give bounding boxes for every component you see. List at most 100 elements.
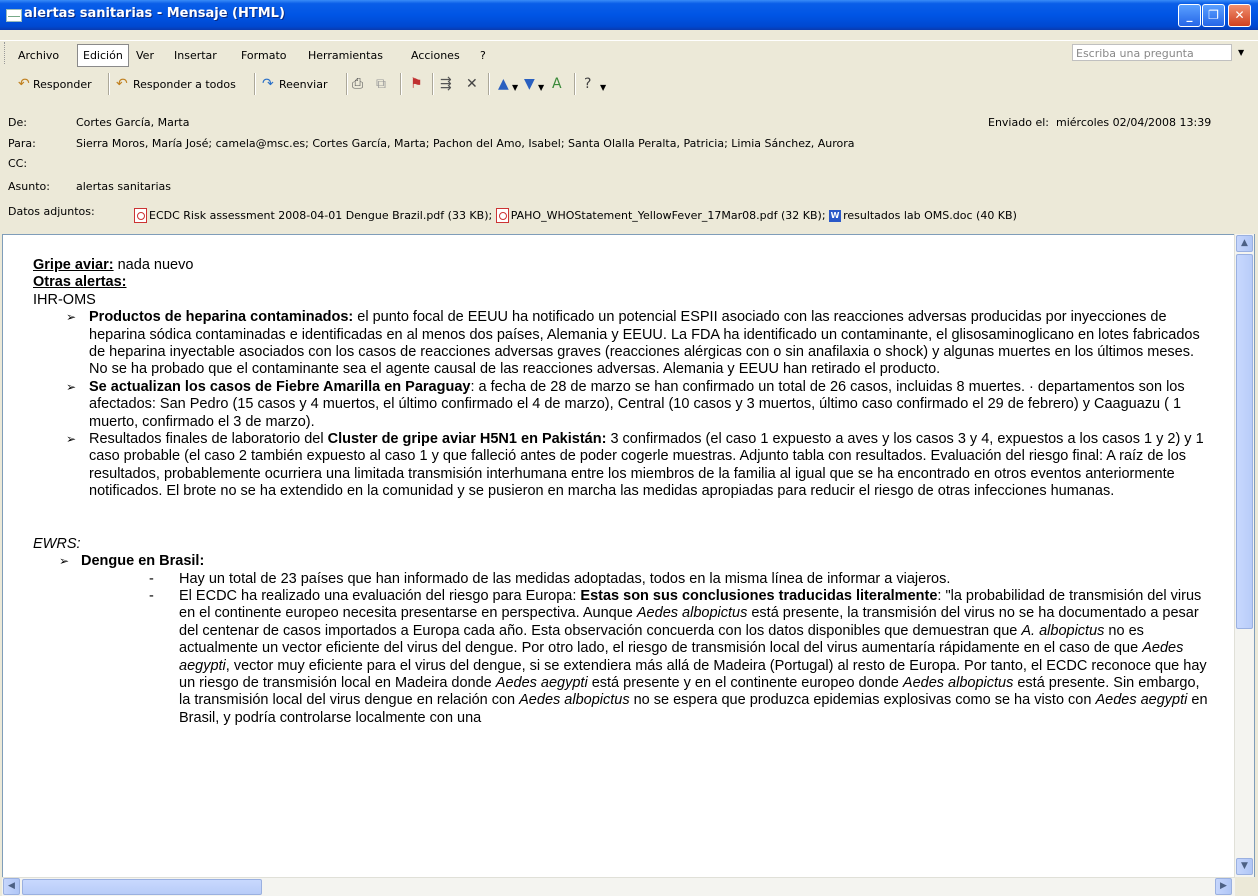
close-button[interactable]: ✕ (1228, 4, 1251, 27)
reply-icon: ↶ (18, 76, 30, 92)
gripe-line: Gripe aviar: nada nuevo (33, 257, 1213, 274)
attachment-name[interactable]: ECDC Risk assessment 2008-04-01 Dengue B… (149, 209, 492, 222)
from-value[interactable]: Cortes García, Marta (76, 116, 189, 129)
vertical-scroll-thumb[interactable] (1236, 254, 1253, 629)
toolbar-separator (400, 73, 402, 95)
copy-icon[interactable]: ⧉ (376, 77, 386, 91)
scroll-down-button[interactable]: ▼ (1236, 858, 1253, 875)
menu-ver[interactable]: Ver (136, 49, 154, 62)
bullet-title: Productos de heparina contaminados: (89, 309, 354, 326)
ask-dropdown-icon[interactable]: ▼ (1238, 48, 1244, 57)
dash-marker: - (149, 587, 154, 604)
menu-help[interactable]: ? (480, 49, 486, 62)
attachment-item[interactable]: ECDC Risk assessment 2008-04-01 Dengue B… (134, 208, 492, 223)
species-name: Aedes albopictus (519, 692, 630, 709)
ask-question-input[interactable]: Escriba una pregunta (1072, 44, 1232, 61)
vertical-scrollbar[interactable]: ▲ ▼ (1234, 234, 1254, 894)
attachment-item[interactable]: Wresultados lab OMS.doc (40 KB) (829, 209, 1017, 222)
pdf-icon (134, 208, 147, 223)
previous-item-icon[interactable]: ▲ (498, 77, 509, 91)
ihr-oms-heading: IHR-OMS (33, 291, 96, 308)
menu-insertar[interactable]: Insertar (174, 49, 217, 62)
attachments-list: ECDC Risk assessment 2008-04-01 Dengue B… (134, 208, 1017, 223)
dengue-item-2: - El ECDC ha realizado una evaluación del… (33, 588, 1213, 727)
move-to-folder-icon[interactable]: ⇶ (440, 77, 452, 91)
toolbar: ↶ Responder ↶ Responder a todos ↷ Reenvi… (0, 70, 1258, 100)
bullet-dengue: ➢ Dengue en Brasil: (33, 553, 1213, 570)
attachment-name[interactable]: resultados lab OMS.doc (40 KB) (843, 209, 1017, 222)
toolbar-separator (254, 73, 256, 95)
cc-label: CC: (8, 157, 28, 170)
menu-bar: Archivo Edición Ver Insertar Formato Her… (0, 40, 1258, 67)
flag-icon[interactable]: ⚑ (410, 77, 423, 91)
print-icon[interactable]: ⎙ (352, 77, 363, 91)
bullet-arrow-icon: ➢ (66, 432, 77, 447)
bullet-title: Dengue en Brasil: (81, 553, 205, 570)
menu-edicion[interactable]: Edición (77, 44, 129, 67)
chevron-down-icon[interactable]: ▼ (538, 81, 544, 95)
ewrs-heading: EWRS: (33, 535, 81, 552)
subject-value: alertas sanitarias (76, 180, 171, 193)
dengue-bold: Estas son sus conclusiones traducidas li… (580, 587, 938, 604)
horizontal-scroll-thumb[interactable] (22, 879, 262, 895)
scroll-left-button[interactable]: ◀ (3, 878, 20, 895)
subject-label: Asunto: (8, 180, 50, 193)
chevron-down-icon[interactable]: ▼ (600, 81, 606, 95)
menu-formato[interactable]: Formato (241, 49, 287, 62)
delete-icon[interactable]: ✕ (466, 77, 478, 91)
species-name: Aedes aegypti (495, 674, 588, 691)
chevron-down-icon[interactable]: ▼ (512, 81, 518, 95)
species-name: Aedes aegypti (1095, 692, 1188, 709)
scrollbar-corner (1235, 877, 1255, 895)
menu-archivo[interactable]: Archivo (18, 49, 59, 62)
reply-all-button[interactable]: Responder a todos (133, 78, 236, 91)
minimize-button[interactable]: _ (1178, 4, 1201, 27)
species-name: Aedes albopictus (902, 674, 1014, 691)
bullet-title: Se actualizan los casos de Fiebre Amaril… (89, 378, 471, 395)
window-title: alertas sanitarias - Mensaje (HTML) (24, 6, 285, 21)
sent-value: miércoles 02/04/2008 13:39 (1056, 116, 1212, 129)
sent-label: Enviado el: (988, 116, 1049, 129)
gripe-text: nada nuevo (113, 257, 194, 273)
bullet-fiebre-amarilla: ➢ Se actualizan los casos de Fiebre Amari… (33, 379, 1213, 431)
to-value[interactable]: Sierra Moros, María José; camela@msc.es;… (76, 137, 855, 150)
envelope-icon (6, 9, 22, 22)
to-label: Para: (8, 137, 36, 150)
menu-herramientas[interactable]: Herramientas (308, 49, 383, 62)
bullet-heparina: ➢ Productos de heparina contaminados: el … (33, 309, 1213, 379)
menu-grip (4, 42, 8, 64)
dengue-text: El ECDC ha realizado una evaluación del … (179, 587, 581, 604)
scroll-up-button[interactable]: ▲ (1236, 235, 1253, 252)
attachment-name[interactable]: PAHO_WHOStatement_YellowFever_17Mar08.pd… (511, 209, 826, 222)
message-body[interactable]: Gripe aviar: nada nuevo Otras alertas: I… (2, 234, 1255, 894)
forward-icon: ↷ (262, 76, 274, 92)
gripe-label: Gripe aviar: (33, 257, 114, 273)
address-book-icon[interactable]: A (552, 77, 562, 91)
pdf-icon (495, 208, 509, 223)
bullet-arrow-icon: ➢ (66, 379, 77, 394)
attachment-item[interactable]: PAHO_WHOStatement_YellowFever_17Mar08.pd… (495, 208, 826, 223)
message-content: Gripe aviar: nada nuevo Otras alertas: I… (33, 257, 1213, 727)
toolbar-separator (108, 73, 110, 95)
toolbar-separator (488, 73, 490, 95)
dengue-text: Hay un total de 23 países que han inform… (179, 570, 951, 587)
bullet-arrow-icon: ➢ (59, 554, 70, 569)
restore-button[interactable]: ❐ (1202, 4, 1225, 27)
bullet-text: Resultados finales de laboratorio del (89, 431, 328, 448)
next-item-icon[interactable]: ▼ (524, 77, 535, 91)
from-label: De: (8, 116, 27, 129)
dengue-item-1: - Hay un total de 23 países que han infor… (33, 571, 1213, 588)
help-icon[interactable]: ? (584, 77, 591, 91)
species-name: A. albopictus (1021, 622, 1105, 639)
menu-acciones[interactable]: Acciones (411, 49, 460, 62)
horizontal-scrollbar[interactable]: ◀ ▶ (2, 877, 1235, 896)
reply-button[interactable]: Responder (33, 78, 92, 91)
otras-alertas-label: Otras alertas: (33, 274, 127, 291)
reply-all-icon: ↶ (116, 76, 128, 92)
toolbar-separator (346, 73, 348, 95)
forward-button[interactable]: Reenviar (279, 78, 328, 91)
species-name: Aedes albopictus (636, 605, 748, 622)
scroll-right-button[interactable]: ▶ (1215, 878, 1232, 895)
attachments-label: Datos adjuntos: (8, 205, 95, 218)
